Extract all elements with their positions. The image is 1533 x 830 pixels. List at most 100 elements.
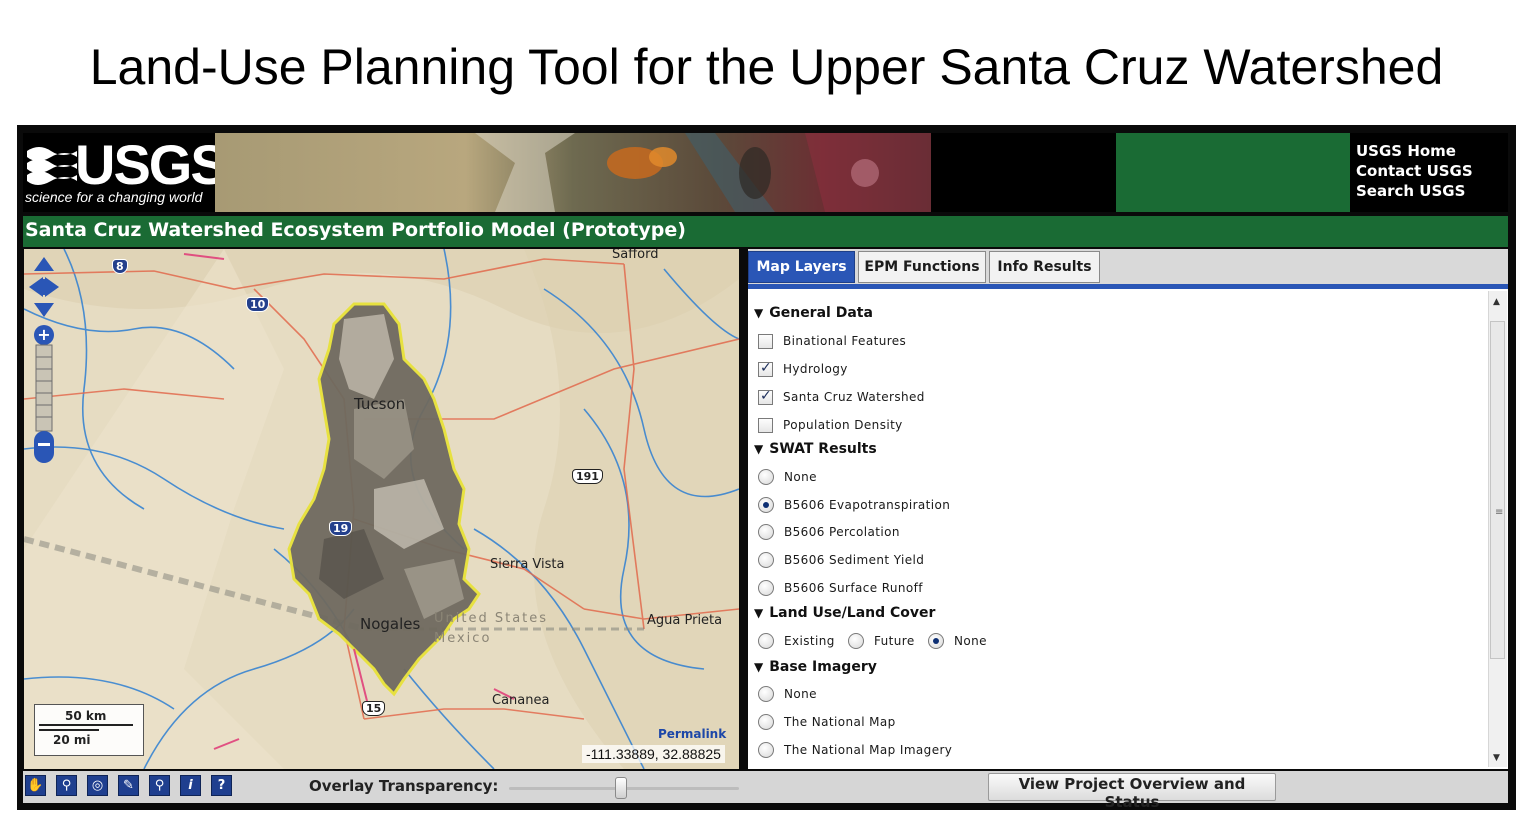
highway-shield: 19	[329, 521, 353, 536]
landuse-existing[interactable]: Existing	[758, 631, 835, 651]
place-label: Agua Prieta	[647, 613, 723, 628]
zoom-out-icon[interactable]: ⚲	[149, 775, 170, 796]
radio-button[interactable]	[758, 580, 774, 596]
place-label: Tucson	[354, 395, 406, 413]
radio-button[interactable]	[758, 714, 774, 730]
place-label: Safford	[612, 249, 659, 262]
pan-hand-icon[interactable]: ✋	[25, 775, 46, 796]
map-view[interactable]: + Safford Tucson Sierra Vista Nogales Un…	[24, 249, 739, 769]
app-window: USGS science for a changing world USGS H…	[17, 125, 1516, 811]
scroll-up-icon[interactable]: ▲	[1493, 297, 1500, 307]
layer-label: Hydrology	[783, 362, 848, 376]
layer-hydrology[interactable]: Hydrology	[758, 359, 848, 379]
layer-label: B5606 Percolation	[784, 525, 900, 539]
tab-info-results[interactable]: Info Results	[989, 251, 1100, 283]
scroll-down-icon[interactable]: ▼	[1493, 753, 1500, 763]
tab-epm-functions[interactable]: EPM Functions	[858, 251, 986, 283]
grip-icon: ≡	[1495, 507, 1504, 518]
imagery-national-map[interactable]: The National Map	[758, 712, 896, 732]
highway-shield: 191	[572, 469, 603, 484]
collapse-triangle-icon: ▼	[754, 306, 764, 320]
tab-underline	[748, 284, 1508, 289]
info-icon[interactable]: i	[180, 775, 201, 796]
scale-km-label: 50 km	[65, 709, 107, 723]
usgs-home-link[interactable]: USGS Home	[1356, 141, 1473, 161]
help-icon[interactable]: ?	[211, 775, 232, 796]
usgs-logo[interactable]: USGS science for a changing world	[23, 133, 228, 212]
imagery-none[interactable]: None	[758, 684, 817, 704]
radio-button[interactable]	[758, 497, 774, 513]
identify-icon[interactable]: ✎	[118, 775, 139, 796]
panel-tabs: Map Layers EPM Functions Info Results	[748, 249, 1508, 285]
usgs-wordmark: USGS	[75, 133, 228, 196]
radio-button[interactable]	[758, 469, 774, 485]
radio-button[interactable]	[758, 633, 774, 649]
radio-button[interactable]	[758, 524, 774, 540]
layer-label: Santa Cruz Watershed	[783, 390, 925, 404]
highway-shield: 8	[112, 259, 128, 274]
layers-panel: Map Layers EPM Functions Info Results ▼ G…	[748, 249, 1508, 769]
usgs-waves-icon	[27, 147, 77, 185]
app-title: Santa Cruz Watershed Ecosystem Portfolio…	[25, 219, 686, 241]
checkbox[interactable]	[758, 388, 773, 405]
checkbox[interactable]	[758, 360, 773, 377]
checkbox[interactable]	[758, 417, 773, 433]
collapse-triangle-icon: ▼	[754, 442, 764, 456]
tab-map-layers[interactable]: Map Layers	[748, 251, 855, 283]
section-swat-results[interactable]: ▼ SWAT Results	[754, 441, 877, 457]
layer-label: Binational Features	[783, 334, 907, 348]
imagery-national-map-imagery[interactable]: The National Map Imagery	[758, 740, 952, 760]
layer-list-scrollbar[interactable]: ▲ ≡ ▼	[1488, 291, 1507, 767]
radio-button[interactable]	[758, 742, 774, 758]
layer-santa-cruz-watershed[interactable]: Santa Cruz Watershed	[758, 387, 925, 407]
section-land-use[interactable]: ▼ Land Use/Land Cover	[754, 605, 935, 621]
header-banner-image	[215, 133, 931, 212]
header-green-panel	[1116, 133, 1350, 212]
layer-population-density[interactable]: Population Density	[758, 415, 903, 435]
layer-label: None	[784, 687, 817, 701]
search-usgs-link[interactable]: Search USGS	[1356, 181, 1473, 201]
radio-button[interactable]	[928, 633, 944, 649]
section-general-data[interactable]: ▼ General Data	[754, 305, 873, 321]
section-title: General Data	[769, 305, 873, 321]
permalink-link[interactable]: Permalink	[658, 727, 726, 741]
overlay-transparency-label: Overlay Transparency:	[309, 777, 499, 795]
coordinate-readout: -111.33889, 32.88825	[582, 745, 725, 763]
radio-button[interactable]	[758, 686, 774, 702]
contact-usgs-link[interactable]: Contact USGS	[1356, 161, 1473, 181]
radio-button[interactable]	[848, 633, 864, 649]
layer-label: Population Density	[783, 418, 903, 432]
place-label: Cananea	[492, 693, 550, 708]
landuse-none[interactable]: None	[928, 631, 987, 651]
swat-sediment-yield[interactable]: B5606 Sediment Yield	[758, 550, 924, 570]
layer-label: B5606 Sediment Yield	[784, 553, 925, 567]
highway-shield: 15	[362, 701, 386, 716]
globe-icon[interactable]: ◎	[87, 775, 108, 796]
section-base-imagery[interactable]: ▼ Base Imagery	[754, 659, 877, 675]
place-label: United States	[434, 611, 549, 626]
scrollbar-thumb[interactable]: ≡	[1490, 321, 1505, 659]
layer-binational-features[interactable]: Binational Features	[758, 331, 906, 351]
pan-up-icon	[34, 257, 54, 271]
view-project-overview-button[interactable]: View Project Overview and Status	[988, 773, 1276, 811]
usgs-tagline: science for a changing world	[25, 189, 203, 205]
layer-label: None	[784, 470, 817, 484]
radio-button[interactable]	[758, 552, 774, 568]
swat-surface-runoff[interactable]: B5606 Surface Runoff	[758, 578, 923, 598]
swat-none[interactable]: None	[758, 467, 817, 487]
zoom-in-icon[interactable]: ⚲	[56, 775, 77, 796]
bottom-toolbar: ✋ ⚲ ◎ ✎ ⚲ i ? Overlay Transparency: View…	[23, 771, 1508, 811]
collapse-triangle-icon: ▼	[754, 606, 764, 620]
collapse-triangle-icon: ▼	[754, 660, 764, 674]
swat-percolation[interactable]: B5606 Percolation	[758, 522, 900, 542]
landuse-future[interactable]: Future	[848, 631, 915, 651]
map-scale-bar: 50 km 20 mi	[34, 704, 144, 756]
checkbox[interactable]	[758, 333, 773, 349]
map-navigation-control: +	[29, 257, 69, 477]
layer-label: Future	[874, 634, 915, 648]
pan-down-icon	[34, 303, 54, 317]
header-links: USGS Home Contact USGS Search USGS	[1356, 141, 1473, 201]
slide-title: Land-Use Planning Tool for the Upper San…	[89, 39, 1444, 95]
swat-evapotranspiration[interactable]: B5606 Evapotranspiration	[758, 495, 950, 515]
overlay-transparency-thumb[interactable]	[615, 777, 627, 799]
